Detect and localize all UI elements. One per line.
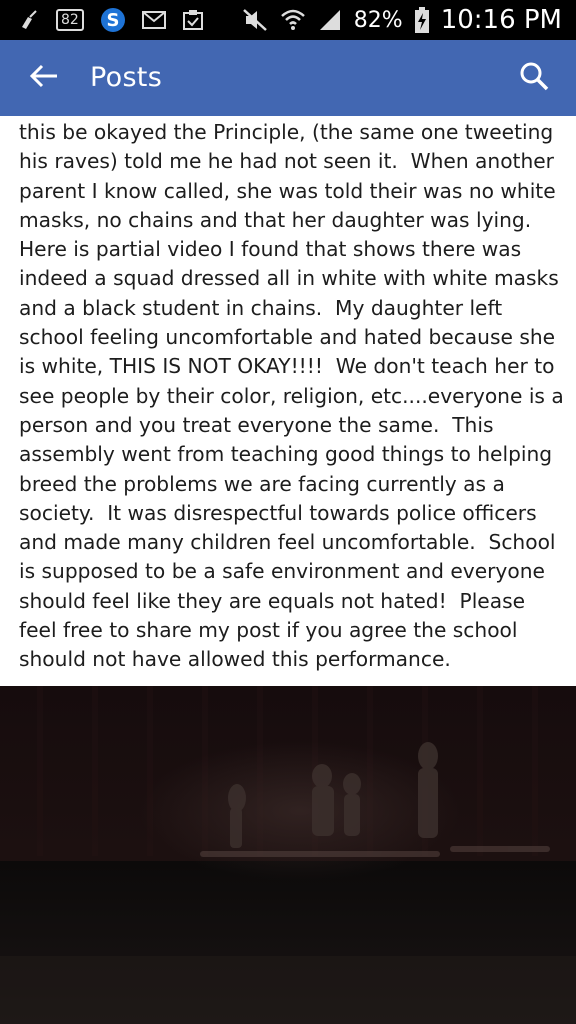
svg-text:S: S (106, 10, 119, 31)
status-bar: 82 S 82% 10:16 PM (0, 0, 576, 40)
clock: 10:16 PM (440, 5, 562, 35)
search-icon (519, 61, 549, 95)
notification-icons: 82 S (18, 6, 204, 34)
page-title: Posts (90, 62, 163, 93)
mute-icon (242, 7, 268, 33)
video-player[interactable] (0, 686, 576, 1024)
clipboard-check-icon (182, 7, 204, 33)
wifi-icon (280, 7, 306, 33)
video-frame (0, 686, 576, 1024)
s-app-icon: S (100, 7, 126, 33)
mail-icon (141, 7, 166, 33)
arrow-left-icon (29, 64, 59, 92)
notification-badge: 82 (56, 9, 84, 31)
battery-charging-icon (414, 7, 429, 33)
broom-icon (18, 7, 40, 33)
app-bar: Posts (0, 40, 576, 116)
search-button[interactable] (514, 58, 554, 98)
post-body: this be okayed the Principle, (the same … (0, 116, 576, 686)
system-status: 82% 10:16 PM (242, 0, 562, 40)
signal-icon (318, 7, 342, 33)
sms-badge-icon: 82 (56, 7, 84, 33)
battery-percent: 82% (353, 7, 403, 33)
back-button[interactable] (24, 58, 64, 98)
post-text: this be okayed the Principle, (the same … (19, 120, 564, 672)
